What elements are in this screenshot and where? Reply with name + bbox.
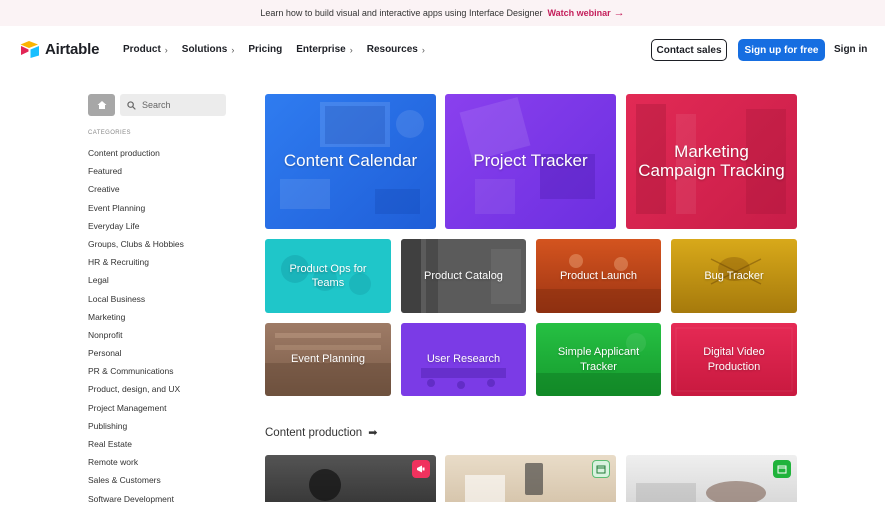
- home-icon: [97, 101, 106, 109]
- category-item[interactable]: PR & Communications: [88, 364, 184, 382]
- category-item[interactable]: Product, design, and UX: [88, 382, 184, 400]
- category-item[interactable]: Groups, Clubs & Hobbies: [88, 237, 184, 255]
- category-item[interactable]: Content production: [88, 146, 184, 164]
- menu-pricing-label: Pricing: [248, 44, 283, 55]
- card-label: Product Launch: [559, 269, 638, 282]
- search-icon: [127, 100, 136, 110]
- thumbnail-image: [465, 463, 543, 502]
- search-placeholder: Search: [142, 100, 171, 110]
- category-item[interactable]: Personal: [88, 346, 184, 364]
- thumbnail-image: [636, 481, 766, 502]
- category-item[interactable]: Software Development: [88, 492, 184, 510]
- calendar-icon: [592, 460, 610, 478]
- category-item[interactable]: Creative: [88, 182, 184, 200]
- card-label: Content Calendar: [283, 151, 418, 171]
- template-thumbnail[interactable]: [626, 455, 797, 502]
- template-thumbnail[interactable]: [265, 455, 436, 502]
- featured-card-project-tracker[interactable]: Project Tracker: [445, 94, 616, 229]
- template-card-simple-applicant-tracker[interactable]: Simple Applicant Tracker: [536, 323, 661, 396]
- category-item[interactable]: Marketing: [88, 310, 184, 328]
- thumbnail-image: [265, 455, 436, 502]
- template-card-digital-video-production[interactable]: Digital Video Production: [671, 323, 797, 396]
- menu-enterprise-label: Enterprise: [296, 44, 346, 55]
- card-label: Product Catalog: [424, 269, 503, 282]
- card-label: Digital Video Production: [703, 346, 765, 373]
- arrow-right-icon: ➡: [368, 427, 378, 439]
- category-item[interactable]: Local Business: [88, 292, 184, 310]
- card-label: Simple Applicant Tracker: [557, 346, 640, 373]
- card-label: Event Planning: [291, 353, 365, 366]
- chevron-right-icon: ›: [231, 44, 235, 55]
- menu-enterprise[interactable]: Enterprise ›: [296, 44, 352, 55]
- featured-card-marketing-campaign-tracking[interactable]: Marketing Campaign Tracking: [626, 94, 797, 229]
- template-card-product-ops[interactable]: Product Ops for Teams: [265, 239, 391, 313]
- calendar-icon: [773, 460, 791, 478]
- category-item[interactable]: Sales & Customers: [88, 473, 184, 491]
- banner-text: Learn how to build visual and interactiv…: [260, 8, 543, 18]
- category-item[interactable]: Featured: [88, 164, 184, 182]
- category-item[interactable]: Legal: [88, 273, 184, 291]
- logo-wordmark: Airtable: [45, 40, 100, 58]
- sign-in-link[interactable]: Sign in: [834, 44, 867, 55]
- template-card-product-launch[interactable]: Product Launch: [536, 239, 661, 313]
- menu-solutions[interactable]: Solutions ›: [182, 44, 235, 55]
- arrow-right-icon: →: [613, 7, 625, 19]
- menu-pricing[interactable]: Pricing: [248, 44, 282, 55]
- watch-webinar-link[interactable]: Watch webinar: [547, 8, 610, 18]
- category-item[interactable]: Nonprofit: [88, 328, 184, 346]
- airtable-logo-icon: [20, 41, 39, 58]
- card-label: Bug Tracker: [704, 269, 764, 282]
- contact-sales-button[interactable]: Contact sales: [651, 39, 727, 61]
- template-card-event-planning[interactable]: Event Planning: [265, 323, 391, 396]
- category-item[interactable]: Remote work: [88, 455, 184, 473]
- category-item[interactable]: HR & Recruiting: [88, 255, 184, 273]
- menu-product-label: Product: [123, 44, 161, 55]
- template-card-bug-tracker[interactable]: Bug Tracker: [671, 239, 797, 313]
- megaphone-icon: [412, 460, 430, 478]
- chevron-right-icon: ›: [164, 44, 168, 55]
- menu-solutions-label: Solutions: [181, 44, 228, 55]
- menu-product[interactable]: Product ›: [123, 44, 168, 55]
- card-label: User Research: [426, 353, 501, 366]
- chevron-right-icon: ›: [349, 44, 353, 55]
- announcement-banner[interactable]: Learn how to build visual and interactiv…: [0, 0, 885, 26]
- menu-resources[interactable]: Resources ›: [367, 44, 425, 55]
- categories-heading: CATEGORIES: [88, 130, 131, 136]
- category-item[interactable]: Project Management: [88, 401, 184, 419]
- card-label: Project Tracker: [473, 151, 588, 171]
- category-item[interactable]: Event Planning: [88, 201, 184, 219]
- featured-card-content-calendar[interactable]: Content Calendar: [265, 94, 436, 229]
- search-input[interactable]: Search: [120, 94, 226, 116]
- main-menu: Product › Solutions › Pricing Enterprise…: [123, 44, 439, 55]
- category-item[interactable]: Publishing: [88, 419, 184, 437]
- template-card-product-catalog[interactable]: Product Catalog: [401, 239, 526, 313]
- card-label: Marketing Campaign Tracking: [638, 141, 785, 180]
- section-heading-content-production[interactable]: Content production ➡: [265, 426, 378, 440]
- sign-up-button[interactable]: Sign up for free: [738, 39, 825, 61]
- home-button[interactable]: [88, 94, 115, 116]
- menu-resources-label: Resources: [366, 44, 418, 55]
- card-label: Product Ops for Teams: [289, 262, 367, 289]
- category-list: Content production Featured Creative Eve…: [88, 146, 184, 510]
- top-navigation: Airtable Product › Solutions › Pricing E…: [0, 26, 885, 74]
- airtable-logo[interactable]: Airtable: [20, 40, 99, 58]
- template-thumbnail[interactable]: [445, 455, 616, 502]
- chevron-right-icon: ›: [421, 44, 425, 55]
- category-item[interactable]: Everyday Life: [88, 219, 184, 237]
- category-item[interactable]: Real Estate: [88, 437, 184, 455]
- template-card-user-research[interactable]: User Research: [401, 323, 526, 396]
- section-title-label: Content production: [265, 426, 363, 439]
